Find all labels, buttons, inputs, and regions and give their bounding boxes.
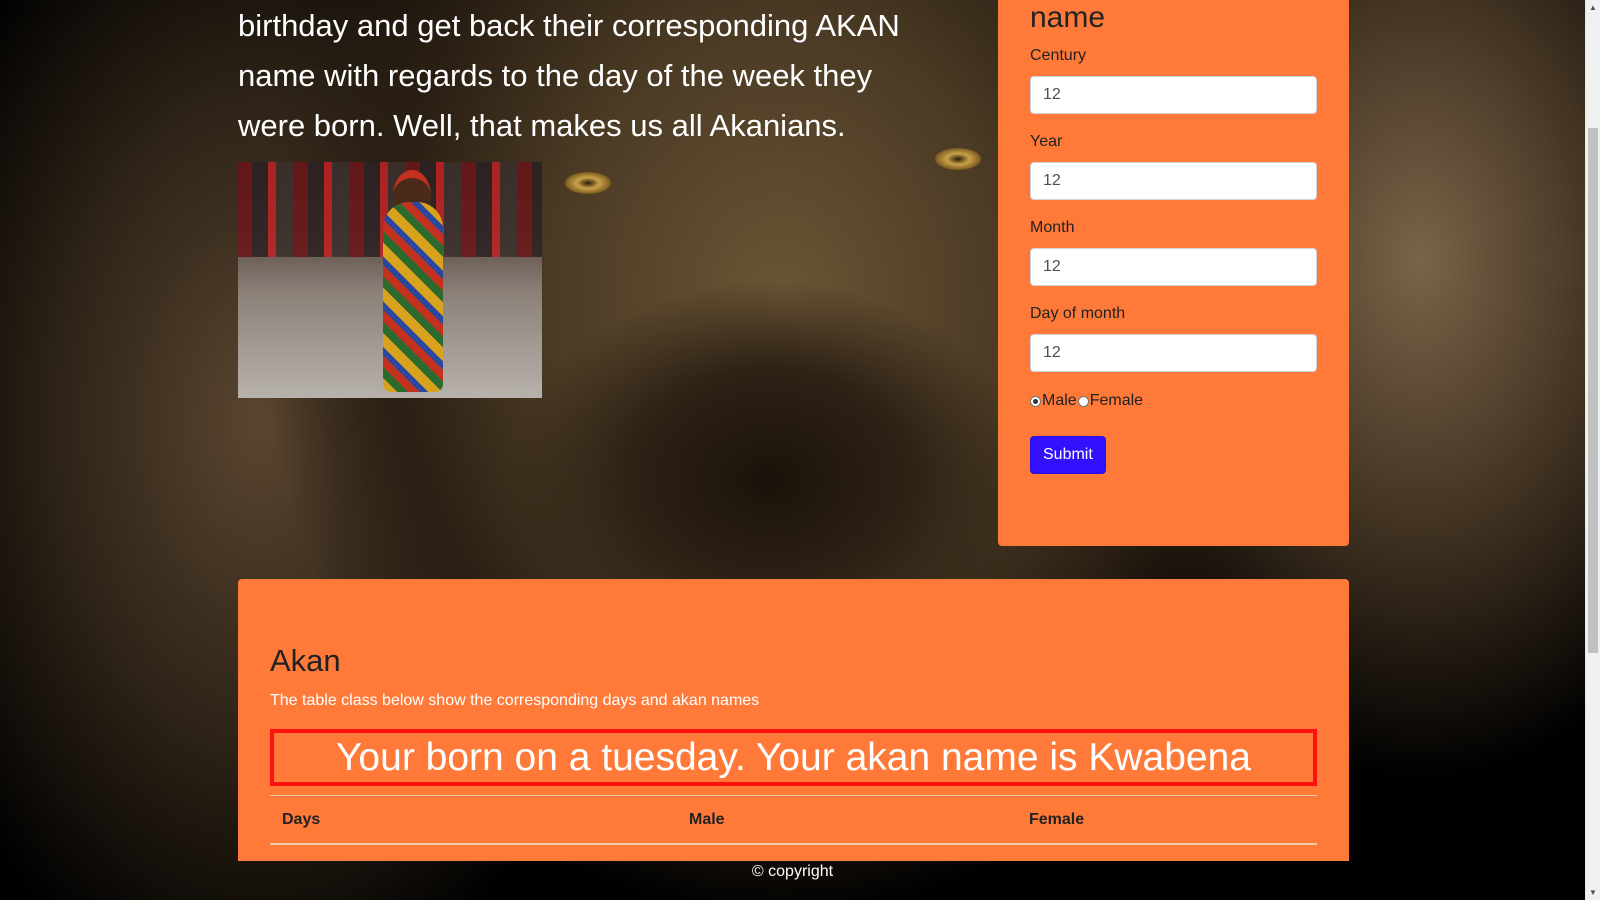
male-label: Male bbox=[1042, 392, 1077, 409]
century-input[interactable] bbox=[1030, 76, 1317, 114]
intro-line: were born. Well, that makes us all Akani… bbox=[238, 108, 846, 143]
century-label: Century bbox=[1030, 47, 1087, 64]
akan-title: Akan bbox=[270, 643, 341, 678]
lion-eye-left bbox=[565, 172, 611, 194]
table-header-row: Days Male Female bbox=[270, 795, 1317, 845]
intro-text: birthday and get back their correspondin… bbox=[238, 0, 938, 150]
table-header-male: Male bbox=[689, 811, 725, 828]
footer-copyright: © copyright bbox=[751, 863, 834, 880]
month-label: Month bbox=[1030, 219, 1075, 236]
result-message: Your born on a tuesday. Your akan name i… bbox=[270, 729, 1317, 786]
table-header-female: Female bbox=[1029, 811, 1085, 828]
table-header-days: Days bbox=[282, 811, 321, 828]
year-input[interactable] bbox=[1030, 162, 1317, 200]
vertical-scrollbar[interactable]: ▲ ▼ bbox=[1585, 0, 1600, 900]
akan-card: Akan The table class below show the corr… bbox=[238, 579, 1349, 861]
gender-options: Male Female bbox=[1030, 392, 1143, 410]
day-label: Day of month bbox=[1030, 305, 1126, 322]
triangle-up-icon[interactable]: ▲ bbox=[1586, 0, 1600, 15]
day-of-month-input[interactable] bbox=[1030, 334, 1317, 372]
lion-eye-right bbox=[935, 148, 981, 170]
female-radio[interactable] bbox=[1077, 395, 1089, 407]
intro-line: name with regards to the day of the week… bbox=[238, 58, 873, 93]
photo-girl-dress bbox=[383, 202, 443, 392]
akan-subtitle: The table class below show the correspon… bbox=[270, 692, 760, 709]
dancer-photo bbox=[238, 162, 542, 398]
akan-form-card: name Century Year Month Day of month Mal… bbox=[998, 0, 1349, 546]
intro-line: birthday and get back their correspondin… bbox=[238, 8, 900, 43]
month-input[interactable] bbox=[1030, 248, 1317, 286]
submit-button[interactable]: Submit bbox=[1030, 436, 1106, 474]
triangle-down-icon[interactable]: ▼ bbox=[1586, 885, 1600, 900]
scrollbar-thumb[interactable] bbox=[1588, 128, 1598, 653]
year-label: Year bbox=[1030, 133, 1063, 150]
form-title: name bbox=[1030, 1, 1106, 34]
female-label: Female bbox=[1089, 392, 1144, 409]
male-radio[interactable] bbox=[1030, 395, 1041, 407]
